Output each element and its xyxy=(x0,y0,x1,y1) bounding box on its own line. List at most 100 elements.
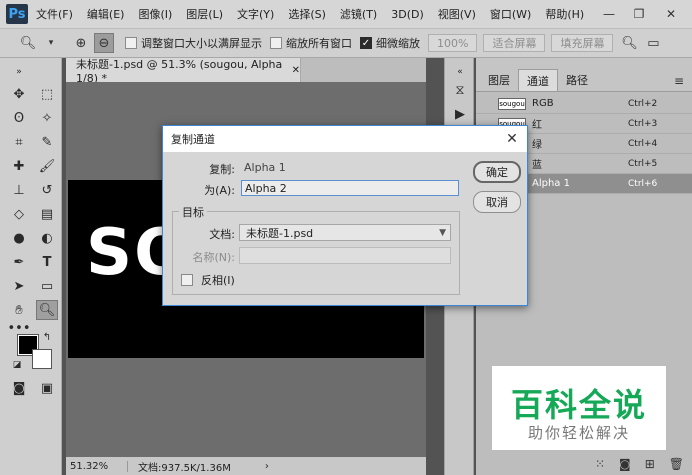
dialog-titlebar: 复制通道 ✕ xyxy=(163,126,527,152)
zoom-out-icon[interactable]: ⊖ xyxy=(94,33,114,53)
path-selection-tool-icon[interactable]: ➤ xyxy=(8,276,30,296)
chevron-down-icon[interactable]: ▾ xyxy=(41,33,61,53)
dialog-title: 复制通道 xyxy=(171,133,215,146)
invert-label: 反相(I) xyxy=(201,274,235,287)
screen-mode-icon[interactable]: ▣ xyxy=(36,378,58,398)
new-channel-icon[interactable]: ⊞ xyxy=(645,457,655,471)
document-select-value: 未标题-1.psd xyxy=(246,226,314,240)
save-selection-icon[interactable]: ◙ xyxy=(619,457,631,471)
status-menu-icon[interactable]: › xyxy=(265,461,269,472)
default-colors-icon[interactable]: ◪ xyxy=(10,358,24,372)
magic-wand-tool-icon[interactable]: ✧ xyxy=(36,108,58,128)
menu-view[interactable]: 视图(V) xyxy=(438,6,476,22)
zoom-all-label: 缩放所有窗口 xyxy=(286,37,352,50)
expand-panels-icon[interactable]: « xyxy=(449,62,471,82)
quick-mask-icon[interactable]: ◙ xyxy=(8,378,30,398)
menu-help[interactable]: 帮助(H) xyxy=(545,6,584,22)
ok-button[interactable]: 确定 xyxy=(473,161,521,183)
name-input xyxy=(239,247,451,264)
close-icon[interactable]: ✕ xyxy=(503,130,521,148)
actions-panel-icon[interactable]: ▶ xyxy=(449,104,471,124)
zoom-tool-icon[interactable]: 🔍︎ xyxy=(36,300,58,320)
resize-windows-checkbox[interactable] xyxy=(125,37,137,49)
zoom-level[interactable]: 51.32% xyxy=(66,460,128,472)
pen-tool-icon[interactable]: ✒ xyxy=(8,252,30,272)
history-panel-icon[interactable]: ⧖ xyxy=(449,80,471,100)
menu-filter[interactable]: 滤镜(T) xyxy=(340,6,377,22)
scrubby-zoom-option[interactable]: ✓ 细微缩放 xyxy=(360,35,420,51)
resize-windows-option[interactable]: 调整窗口大小以满屏显示 xyxy=(125,35,262,51)
zoom-tool-preset-icon[interactable]: 🔍︎ xyxy=(18,33,38,53)
tab-channels[interactable]: 通道 xyxy=(518,69,558,91)
zoom-in-icon[interactable]: ⊕ xyxy=(71,33,91,53)
fit-screen-button[interactable]: 适合屏幕 xyxy=(483,34,546,52)
lasso-tool-icon[interactable]: ʘ xyxy=(8,108,30,128)
source-label: 复制: xyxy=(209,163,235,176)
cancel-button[interactable]: 取消 xyxy=(473,191,521,213)
healing-brush-tool-icon[interactable]: ✚ xyxy=(8,156,30,176)
channel-shortcut: Ctrl+3 xyxy=(628,118,658,129)
channel-shortcut: Ctrl+5 xyxy=(628,158,658,169)
destination-group: 目标 文档: 未标题-1.psd ▼ 名称(N): 反相(I) xyxy=(172,204,460,295)
menu-window[interactable]: 窗口(W) xyxy=(490,6,531,22)
tab-paths[interactable]: 路径 xyxy=(558,69,596,91)
move-tool-icon[interactable]: ✥ xyxy=(8,84,30,104)
eyedropper-tool-icon[interactable]: ✎ xyxy=(36,132,58,152)
zoom-all-checkbox[interactable] xyxy=(270,37,282,49)
menu-layer[interactable]: 图层(L) xyxy=(186,6,223,22)
menu-type[interactable]: 文字(Y) xyxy=(237,6,274,22)
invert-option[interactable]: 反相(I) xyxy=(181,272,235,288)
history-brush-tool-icon[interactable]: ↺ xyxy=(36,180,58,200)
tab-layers[interactable]: 图层 xyxy=(480,69,518,91)
panel-footer: ⁙ ◙ ⊞ 🗑︎ xyxy=(476,453,692,475)
menu-select[interactable]: 选择(S) xyxy=(288,6,326,22)
channel-thumbnail: sougou xyxy=(498,97,526,110)
panel-menu-icon[interactable]: ≡ xyxy=(674,74,684,88)
blur-tool-icon[interactable]: ● xyxy=(8,228,30,248)
load-selection-icon[interactable]: ⁙ xyxy=(595,457,605,471)
menu-image[interactable]: 图像(I) xyxy=(138,6,172,22)
marquee-tool-icon[interactable]: ⬚ xyxy=(36,84,58,104)
gradient-tool-icon[interactable]: ▤ xyxy=(36,204,58,224)
document-tab[interactable]: 未标题-1.psd @ 51.3% (sougou, Alpha 1/8) * … xyxy=(66,58,301,85)
channel-shortcut: Ctrl+2 xyxy=(628,98,658,109)
zoom-100-button[interactable]: 100% xyxy=(428,34,478,52)
close-window-button[interactable]: ✕ xyxy=(658,0,684,28)
document-label: 文档: xyxy=(209,228,235,241)
rectangle-tool-icon[interactable]: ▭ xyxy=(36,276,58,296)
dodge-tool-icon[interactable]: ◐ xyxy=(36,228,58,248)
channel-row[interactable]: sougou RGB Ctrl+2 xyxy=(476,94,692,114)
invert-checkbox[interactable] xyxy=(181,274,193,286)
minimize-button[interactable]: — xyxy=(596,0,622,28)
panel-collapse-icon[interactable]: » xyxy=(8,62,30,82)
menu-edit[interactable]: 编辑(E) xyxy=(87,6,125,22)
as-name-input[interactable]: Alpha 2 xyxy=(241,180,459,196)
watermark-title: 百科全说 xyxy=(510,386,647,424)
clone-stamp-tool-icon[interactable]: ⊥ xyxy=(8,180,30,200)
menu-file[interactable]: 文件(F) xyxy=(36,6,73,22)
search-icon[interactable]: 🔍︎ xyxy=(619,33,639,53)
channel-name: Alpha 1 xyxy=(532,178,570,189)
document-tab-bar: 未标题-1.psd @ 51.3% (sougou, Alpha 1/8) * … xyxy=(66,58,426,85)
workspace-icon[interactable]: ▭ xyxy=(642,33,664,53)
scrubby-zoom-checkbox[interactable]: ✓ xyxy=(360,37,372,49)
crop-tool-icon[interactable]: ⌗ xyxy=(8,132,30,152)
close-tab-icon[interactable]: ✕ xyxy=(292,65,300,76)
document-select[interactable]: 未标题-1.psd ▼ xyxy=(239,224,451,241)
type-tool-icon[interactable]: T xyxy=(36,252,58,272)
brush-tool-icon[interactable]: 🖌︎ xyxy=(36,156,58,176)
trash-icon[interactable]: 🗑︎ xyxy=(669,457,684,471)
options-bar: 🔍︎ ▾ ⊕ ⊖ 调整窗口大小以满屏显示 缩放所有窗口 ✓ 细微缩放 100% … xyxy=(0,28,692,58)
swap-colors-icon[interactable]: ↰ xyxy=(40,330,54,344)
eraser-tool-icon[interactable]: ◇ xyxy=(8,204,30,224)
hand-tool-icon[interactable]: ✋︎ xyxy=(8,300,30,320)
zoom-all-option[interactable]: 缩放所有窗口 xyxy=(270,35,352,51)
background-color-swatch[interactable] xyxy=(32,349,52,369)
source-value: Alpha 1 xyxy=(244,161,286,174)
scrubby-zoom-label: 细微缩放 xyxy=(376,37,420,50)
status-bar: 51.32% 文档:937.5K/1.36M › xyxy=(66,457,426,475)
chevron-down-icon: ▼ xyxy=(439,227,446,238)
fill-screen-button[interactable]: 填充屏幕 xyxy=(551,34,614,52)
menu-3d[interactable]: 3D(D) xyxy=(391,8,424,21)
restore-button[interactable]: ❐ xyxy=(626,0,652,28)
